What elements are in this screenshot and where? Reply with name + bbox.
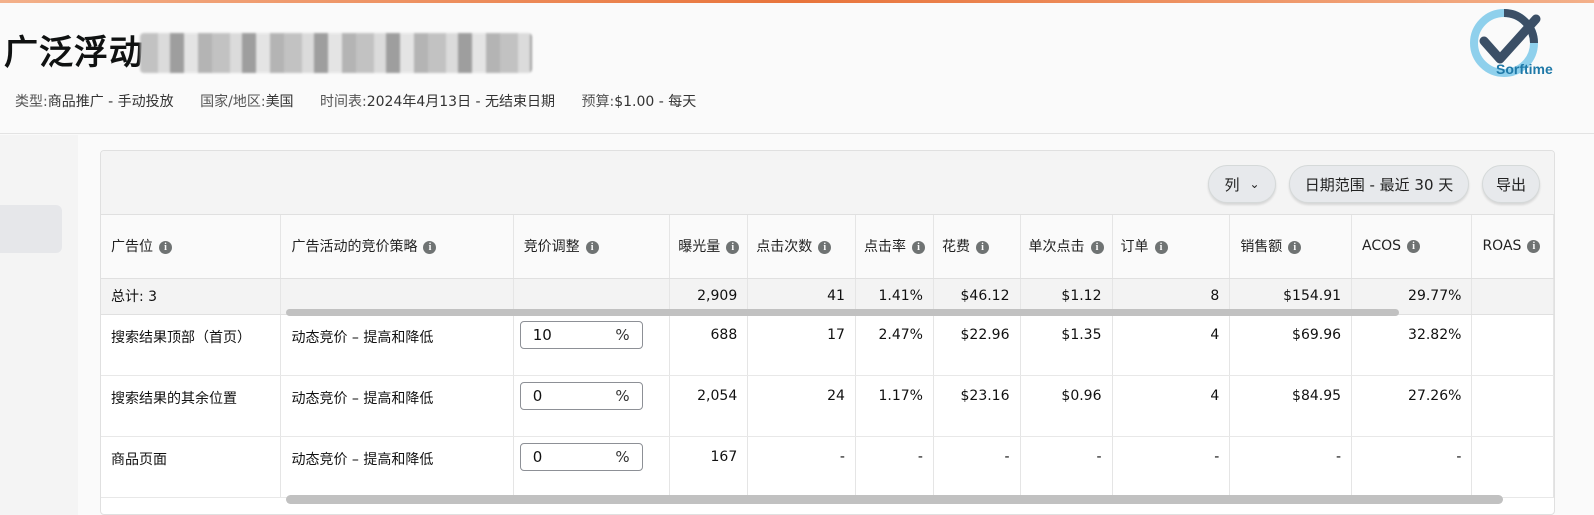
info-icon[interactable]: i [585, 240, 599, 254]
info-icon[interactable]: i [1154, 240, 1168, 254]
clicks: 24 [747, 375, 856, 437]
bid-adjustment-input[interactable]: 0% [519, 442, 643, 471]
roas [1471, 436, 1554, 498]
cpc: - [1020, 436, 1113, 498]
total-roas [1471, 278, 1554, 315]
table-row: 搜索结果的其余位置 动态竞价 – 提高和降低 0% 2,054 24 1.17%… [101, 375, 1554, 437]
ctr: 1.17% [855, 375, 934, 437]
placement-name: 商品页面 [101, 436, 282, 498]
spend: $23.16 [933, 375, 1021, 437]
cpc: $0.96 [1020, 375, 1113, 437]
placement-name: 搜索结果顶部（首页） [101, 314, 282, 376]
chevron-down-icon: ⌄ [1249, 177, 1260, 191]
meta-country: 国家/地区:美国 [200, 94, 294, 110]
sales: $69.96 [1229, 314, 1353, 376]
redacted-title-text [140, 33, 532, 73]
header-clicks[interactable]: 点击次数 i [747, 215, 856, 279]
header-sales[interactable]: 销售额 i [1229, 215, 1353, 279]
info-icon[interactable]: i [1288, 240, 1302, 254]
header-bid-strategy[interactable]: 广告活动的竞价策略 i [280, 215, 514, 279]
info-icon[interactable]: i [1407, 239, 1421, 253]
left-navigation-pane [0, 135, 78, 515]
campaign-header: 广泛浮动 类型:商品推广 - 手动投放 国家/地区:美国 时间表:2024年4月… [0, 3, 1594, 134]
header-orders[interactable]: 订单 i [1112, 215, 1231, 279]
orders: 4 [1112, 314, 1231, 376]
total-label: 总计: 3 [101, 278, 282, 315]
spend: - [933, 436, 1021, 498]
meta-schedule: 时间表:2024年4月13日 - 无结束日期 [320, 94, 556, 110]
columns-button[interactable]: 列 ⌄ [1208, 165, 1276, 203]
impressions: 167 [669, 436, 749, 498]
meta-budget: 预算:$1.00 - 每天 [581, 94, 697, 110]
header-acos[interactable]: ACOS i [1351, 215, 1473, 279]
orders: 4 [1112, 375, 1231, 437]
report-toolbar: 列 ⌄ 日期范围 - 最近 30 天 导出 [101, 151, 1554, 215]
bid-strategy: 动态竞价 – 提高和降低 [280, 314, 514, 376]
info-icon[interactable]: i [1090, 240, 1104, 254]
header-roas[interactable]: ROAS i [1471, 215, 1554, 279]
roas [1471, 375, 1554, 437]
placement-report-panel: 列 ⌄ 日期范围 - 最近 30 天 导出 广告位 i 广告活动的竞价策略 i 竞价调… [100, 150, 1555, 515]
placement-name: 搜索结果的其余位置 [101, 375, 282, 437]
impressions: 688 [669, 314, 749, 376]
ctr: 2.47% [855, 314, 934, 376]
info-icon[interactable]: i [818, 240, 832, 254]
bid-strategy: 动态竞价 – 提高和降低 [280, 375, 514, 437]
meta-type: 类型:商品推广 - 手动投放 [15, 94, 174, 110]
campaign-title: 广泛浮动 [4, 33, 144, 73]
roas [1471, 314, 1554, 376]
sales: - [1229, 436, 1353, 498]
info-icon[interactable]: i [911, 240, 925, 254]
orders: - [1112, 436, 1231, 498]
cpc: $1.35 [1020, 314, 1113, 376]
campaign-meta: 类型:商品推广 - 手动投放 国家/地区:美国 时间表:2024年4月13日 -… [15, 91, 718, 111]
bid-adjustment-input[interactable]: 10% [519, 320, 643, 349]
ctr: - [855, 436, 934, 498]
bid-adjustment-input[interactable]: 0% [519, 381, 643, 410]
table-row: 商品页面 动态竞价 – 提高和降低 0% 167 - - - - - - - [101, 436, 1554, 498]
table-row: 搜索结果顶部（首页） 动态竞价 – 提高和降低 10% 688 17 2.47%… [101, 314, 1554, 376]
bid-strategy: 动态竞价 – 提高和降低 [280, 436, 514, 498]
clicks: 17 [747, 314, 856, 376]
clicks: - [747, 436, 856, 498]
header-cpc[interactable]: 单次点击 i [1020, 215, 1113, 279]
header-bid-adjustment[interactable]: 竞价调整 i [513, 215, 671, 279]
acos: 27.26% [1351, 375, 1473, 437]
header-ctr[interactable]: 点击率 i [855, 215, 934, 279]
impressions: 2,054 [669, 375, 749, 437]
placement-table: 广告位 i 广告活动的竞价策略 i 竞价调整 i 曝光量 i 点击次数 i 点击率 i 花费… [101, 215, 1554, 498]
sidebar-selected-item[interactable] [0, 205, 62, 253]
header-impressions[interactable]: 曝光量 i [669, 215, 749, 279]
info-icon[interactable]: i [975, 240, 989, 254]
header-placement[interactable]: 广告位 i [101, 215, 282, 279]
spend: $22.96 [933, 314, 1021, 376]
date-range-button[interactable]: 日期范围 - 最近 30 天 [1289, 165, 1469, 203]
table-header-row: 广告位 i 广告活动的竞价策略 i 竞价调整 i 曝光量 i 点击次数 i 点击率 i 花费… [101, 215, 1554, 279]
export-button[interactable]: 导出 [1482, 165, 1540, 203]
logo-text: Sorftime [1496, 61, 1553, 77]
info-icon[interactable]: i [726, 240, 740, 254]
info-icon[interactable]: i [159, 240, 172, 254]
sales: $84.95 [1229, 375, 1353, 437]
info-icon[interactable]: i [423, 240, 437, 254]
horizontal-scrollbar-bottom[interactable] [286, 495, 1503, 504]
horizontal-scrollbar-top[interactable] [286, 309, 1399, 316]
info-icon[interactable]: i [1527, 239, 1541, 253]
header-spend[interactable]: 花费 i [933, 215, 1021, 279]
acos: - [1351, 436, 1473, 498]
acos: 32.82% [1351, 314, 1473, 376]
